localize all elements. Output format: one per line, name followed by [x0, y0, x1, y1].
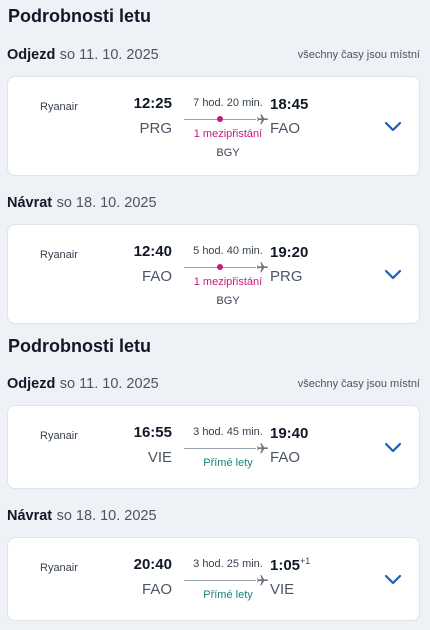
- leg-date: so 11. 10. 2025: [59, 376, 159, 392]
- leg-header-return-1: Návrat so 18. 10. 2025: [7, 194, 420, 214]
- arrival-airport: VIE: [270, 581, 295, 598]
- section-title-1: Podrobnosti letu: [8, 6, 151, 26]
- airline-name: Ryanair: [40, 562, 78, 574]
- flight-card-outbound-1[interactable]: Ryanair 12:25 PRG 7 hod. 20 min. 1 mezip…: [7, 76, 420, 176]
- section-title-2: Podrobnosti letu: [8, 336, 151, 356]
- stopover-airport: BGY: [216, 147, 240, 159]
- chevron-down-icon[interactable]: [384, 269, 402, 281]
- arrival-time: 18:45: [270, 96, 309, 113]
- airplane-icon: [257, 575, 268, 586]
- airline-name: Ryanair: [40, 430, 78, 442]
- day-offset: +1: [300, 556, 311, 566]
- leg-header-outbound-2: Odjezd so 11. 10. 2025 všechny časy jsou…: [7, 375, 420, 395]
- leg-direction: Návrat: [7, 195, 53, 211]
- leg-date: so 18. 10. 2025: [56, 195, 157, 211]
- arrival-time: 19:40: [270, 425, 309, 442]
- route-line: [184, 580, 256, 581]
- arrival-time: 1:05+1: [270, 556, 311, 574]
- arrival-time: 19:20: [270, 244, 309, 261]
- stopover-airport: BGY: [216, 295, 240, 307]
- leg-header-outbound-1: Odjezd so 11. 10. 2025 všechny časy jsou…: [7, 46, 420, 66]
- stopover-dot: [217, 264, 223, 270]
- arrival-airport: PRG: [270, 268, 303, 285]
- departure-airport: PRG: [139, 120, 172, 137]
- stops-label: 1 mezipřistání: [193, 276, 263, 288]
- leg-header-return-2: Návrat so 18. 10. 2025: [7, 507, 420, 527]
- flight-duration: 3 hod. 45 min.: [193, 426, 263, 438]
- flight-duration: 7 hod. 20 min.: [193, 97, 263, 109]
- departure-time: 20:40: [133, 556, 172, 573]
- timezone-note: všechny časy jsou místní: [297, 49, 420, 61]
- route-line: [184, 448, 256, 449]
- leg-direction: Odjezd: [7, 376, 56, 392]
- stops-label: Přímé lety: [203, 457, 253, 469]
- departure-time: 12:25: [133, 95, 172, 112]
- airline-name: Ryanair: [40, 101, 78, 113]
- arrival-airport: FAO: [270, 449, 301, 466]
- airplane-icon: [257, 443, 268, 454]
- leg-date: so 18. 10. 2025: [56, 508, 157, 524]
- chevron-down-icon[interactable]: [384, 442, 402, 454]
- flight-card-return-1[interactable]: Ryanair 12:40 FAO 5 hod. 40 min. 1 mezip…: [7, 224, 420, 324]
- airplane-icon: [257, 114, 268, 125]
- departure-time: 12:40: [133, 243, 172, 260]
- flight-duration: 3 hod. 25 min.: [193, 558, 263, 570]
- flight-duration: 5 hod. 40 min.: [193, 245, 263, 257]
- flight-card-outbound-2[interactable]: Ryanair 16:55 VIE 3 hod. 45 min. Přímé l…: [7, 405, 420, 489]
- stops-label: 1 mezipřistání: [193, 128, 263, 140]
- flight-card-return-2[interactable]: Ryanair 20:40 FAO 3 hod. 25 min. Přímé l…: [7, 537, 420, 621]
- chevron-down-icon[interactable]: [384, 574, 402, 586]
- departure-airport: FAO: [141, 268, 172, 285]
- departure-airport: VIE: [147, 449, 172, 466]
- stopover-dot: [217, 116, 223, 122]
- stops-label: Přímé lety: [203, 589, 253, 601]
- departure-time: 16:55: [133, 424, 172, 441]
- arrival-airport: FAO: [270, 120, 301, 137]
- chevron-down-icon[interactable]: [384, 121, 402, 133]
- airplane-icon: [257, 262, 268, 273]
- leg-direction: Návrat: [7, 508, 53, 524]
- leg-direction: Odjezd: [7, 47, 56, 63]
- departure-airport: FAO: [141, 581, 172, 598]
- timezone-note: všechny časy jsou místní: [297, 378, 420, 390]
- leg-date: so 11. 10. 2025: [59, 47, 159, 63]
- airline-name: Ryanair: [40, 249, 78, 261]
